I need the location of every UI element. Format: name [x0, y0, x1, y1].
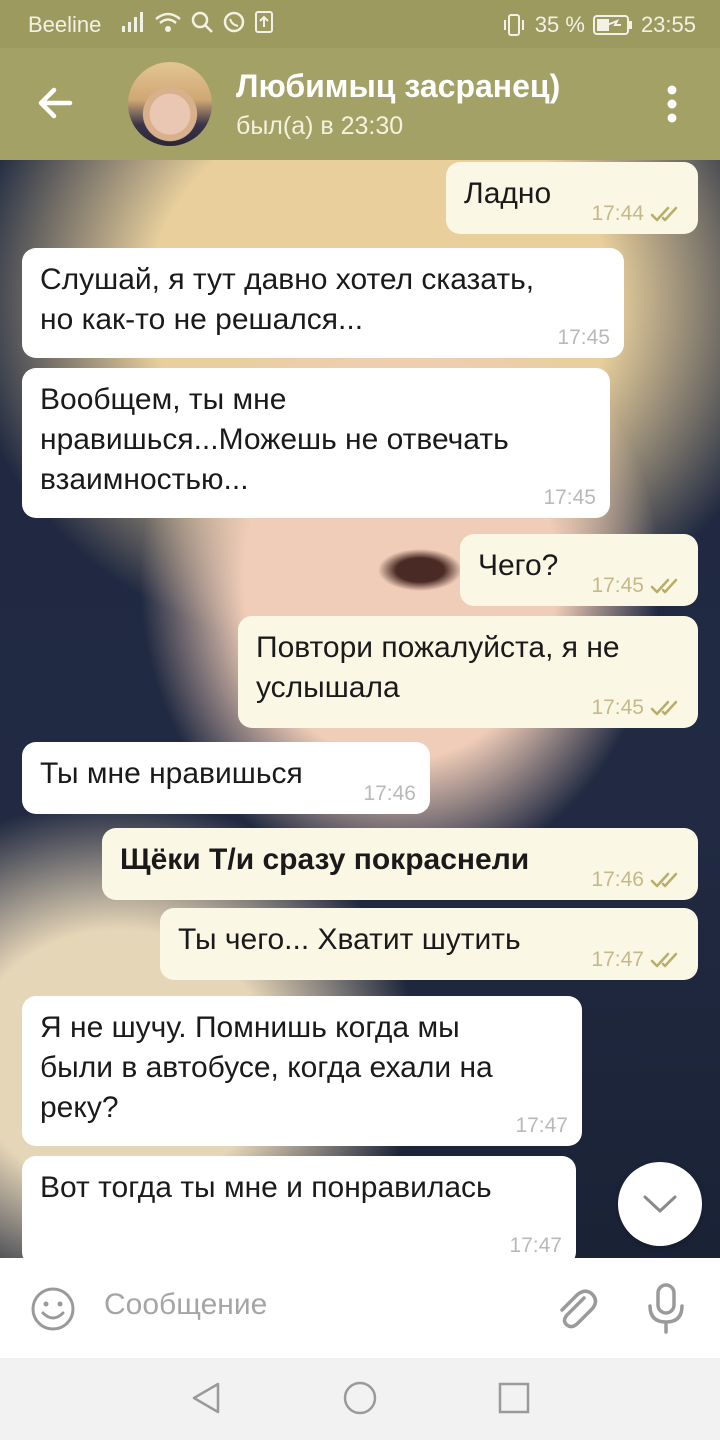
- status-icons: [120, 10, 274, 34]
- message-meta: 17:46: [363, 782, 416, 806]
- read-checkmarks-icon: [650, 578, 678, 594]
- message-text: Вот тогда ты мне и понравилась: [40, 1171, 492, 1204]
- outgoing-message[interactable]: Повтори пожалуйста, я не услышала 17:45: [238, 616, 698, 728]
- message-meta: 17:45: [557, 326, 610, 350]
- read-checkmarks-icon: [650, 206, 678, 222]
- emoji-icon[interactable]: [30, 1286, 76, 1332]
- nav-back-icon[interactable]: [188, 1380, 224, 1416]
- avatar[interactable]: [128, 62, 212, 146]
- clock: 23:55: [640, 12, 696, 37]
- vibrate-icon: [503, 14, 524, 36]
- last-seen-status: был(а) в 23:30: [236, 112, 404, 140]
- message-text: Ты мне нравишься: [40, 757, 303, 790]
- message-time: 17:47: [515, 1114, 568, 1137]
- more-vertical-icon[interactable]: [660, 82, 684, 126]
- message-meta: 17:45: [591, 574, 684, 598]
- system-nav-bar: [0, 1358, 720, 1440]
- contact-name[interactable]: Любимыц засранец): [236, 68, 560, 105]
- signal-icon: [122, 12, 143, 32]
- status-bar: Beeline 35 % 23:55: [0, 0, 720, 48]
- message-time: 17:44: [591, 202, 644, 225]
- message-meta: 17:47: [509, 1234, 562, 1258]
- message-text: Вообщем, ты мне нравишься...Можешь не от…: [40, 383, 509, 496]
- message-text: Слушай, я тут давно хотел сказать, но ка…: [40, 263, 535, 336]
- back-arrow-icon[interactable]: [30, 78, 80, 128]
- scroll-down-button[interactable]: [618, 1162, 702, 1246]
- outgoing-message[interactable]: Ладно 17:44: [446, 162, 698, 234]
- microphone-icon[interactable]: [646, 1282, 686, 1334]
- message-meta: 17:47: [515, 1114, 568, 1138]
- message-time: 17:45: [543, 486, 596, 509]
- battery-percent: 35 %: [534, 12, 585, 37]
- nav-recents-icon[interactable]: [496, 1380, 532, 1416]
- nav-home-icon[interactable]: [342, 1380, 378, 1416]
- message-time: 17:47: [509, 1234, 562, 1257]
- wifi-icon: [155, 12, 181, 32]
- carrier-name: Beeline: [28, 12, 102, 37]
- message-time: 17:45: [591, 696, 644, 719]
- message-input-bar: Сообщение: [0, 1258, 720, 1358]
- message-meta: 17:45: [591, 696, 684, 720]
- read-checkmarks-icon: [650, 952, 678, 968]
- incoming-message[interactable]: Вообщем, ты мне нравишься...Можешь не от…: [22, 368, 610, 518]
- message-meta: 17:47: [591, 948, 684, 972]
- message-meta: 17:44: [591, 202, 684, 226]
- chevron-down-icon: [643, 1195, 677, 1213]
- read-checkmarks-icon: [650, 700, 678, 716]
- battery-charging-icon: [592, 15, 632, 35]
- incoming-message[interactable]: Я не шучу. Помнишь когда мы были в автоб…: [22, 996, 582, 1146]
- incoming-message[interactable]: Слушай, я тут давно хотел сказать, но ка…: [22, 248, 624, 358]
- message-time: 17:45: [557, 326, 610, 349]
- outgoing-message[interactable]: Ты чего... Хватит шутить 17:47: [160, 908, 698, 980]
- message-time: 17:46: [363, 782, 416, 805]
- status-right: 35 % 23:55: [501, 12, 696, 38]
- incoming-message[interactable]: Вот тогда ты мне и понравилась 17:47: [22, 1156, 576, 1258]
- message-meta: 17:45: [543, 486, 596, 510]
- upload-icon: [255, 11, 273, 33]
- chat-area[interactable]: Ладно 17:44 Слушай, я тут давно хотел сказ…: [0, 160, 720, 1258]
- message-time: 17:46: [591, 868, 644, 891]
- read-checkmarks-icon: [650, 872, 678, 888]
- chat-header: Любимыц засранец) был(а) в 23:30: [0, 48, 720, 160]
- message-time: 17:47: [591, 948, 644, 971]
- search-icon: [191, 11, 213, 33]
- message-text: Я не шучу. Помнишь когда мы были в автоб…: [40, 1011, 493, 1124]
- incoming-message[interactable]: Ты мне нравишься 17:46: [22, 742, 430, 814]
- outgoing-message[interactable]: Щёки Т/и сразу покраснели 17:46: [102, 828, 698, 900]
- message-time: 17:45: [591, 574, 644, 597]
- message-meta: 17:46: [591, 868, 684, 892]
- outgoing-message[interactable]: Чего? 17:45: [460, 534, 698, 606]
- paperclip-icon[interactable]: [552, 1284, 600, 1332]
- whatsapp-icon: [223, 11, 245, 33]
- message-input[interactable]: Сообщение: [104, 1288, 267, 1322]
